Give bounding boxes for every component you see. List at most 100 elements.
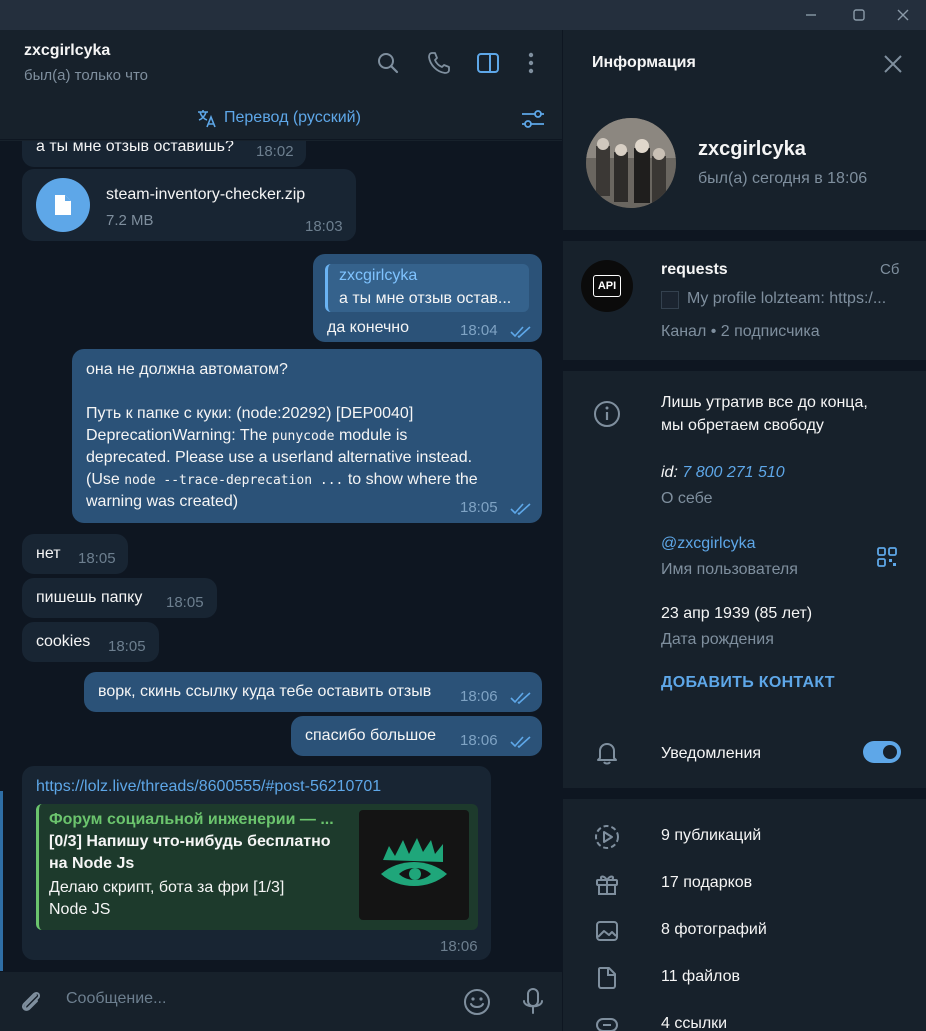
more-vertical-icon[interactable] [518, 50, 544, 76]
username-value[interactable]: @zxcgirlcyka [661, 535, 755, 553]
bio-line: мы обретаем свободу [661, 417, 824, 434]
message-incoming[interactable]: пишешь папку 18:05 [22, 578, 217, 618]
channel-thumbnail-icon [661, 291, 679, 309]
message-time: 18:06 [440, 938, 478, 955]
photo-icon [596, 921, 618, 941]
message-outgoing[interactable]: она не должна автоматом? Путь к папке с … [72, 349, 542, 523]
channel-avatar: API [581, 260, 633, 312]
user-id[interactable]: id: 7 800 271 510 [661, 464, 785, 482]
microphone-icon[interactable] [518, 986, 548, 1016]
chat-header[interactable]: zxcgirlcyka был(а) только что [0, 30, 562, 98]
message-line: (Use node --trace-deprecation ... to sho… [86, 471, 478, 488]
message-text: пишешь папку [36, 589, 143, 606]
section-separator [563, 788, 926, 799]
message-line: она не должна автоматом? [86, 361, 288, 378]
info-icon [594, 401, 620, 427]
stories-icon [595, 825, 619, 849]
message-outgoing[interactable]: zxcgirlcyka а ты мне отзыв остав... да к… [313, 254, 542, 342]
about-label: О себе [661, 490, 713, 507]
file-name: steam-inventory-checker.zip [106, 186, 306, 203]
message-line: warning was created) [86, 493, 239, 510]
preview-image[interactable] [359, 810, 469, 920]
message-list[interactable]: а ты мне отзыв оставишь? 18:02 steam-inv… [0, 141, 562, 971]
peer-status: был(а) только что [24, 67, 149, 84]
eye-logo-icon [381, 838, 447, 886]
close-icon[interactable] [881, 52, 905, 76]
user-id-value[interactable]: 7 800 271 510 [682, 464, 784, 481]
message-line: DeprecationWarning: The punycode module … [86, 427, 408, 444]
add-contact-button[interactable]: ДОБАВИТЬ КОНТАКТ [661, 674, 835, 692]
preview-description: Node JS [49, 901, 111, 918]
file-size: 7.2 MB [106, 212, 154, 229]
message-time: 18:05 [460, 499, 498, 516]
message-text: спасибо большое [305, 727, 437, 744]
notifications-toggle[interactable] [863, 741, 901, 763]
message-incoming[interactable]: https://lolz.live/threads/8600555/#post-… [22, 766, 491, 960]
search-icon[interactable] [375, 50, 401, 76]
preview-description: Делаю скрипт, бота за фри [1/3] [49, 879, 285, 896]
message-file[interactable]: steam-inventory-checker.zip 7.2 MB 18:03 [22, 169, 356, 241]
qr-code-icon[interactable] [876, 546, 898, 568]
message-line: Путь к папке с куки: (node:20292) [DEP00… [86, 405, 414, 422]
message-incoming[interactable]: нет 18:05 [22, 534, 128, 574]
profile-status: был(а) сегодня в 18:06 [698, 170, 868, 187]
message-text: ворк, скинь ссылку куда тебе оставить от… [98, 683, 432, 700]
translate-settings-icon[interactable] [520, 107, 546, 131]
message-text: да конечно [327, 319, 410, 336]
message-input[interactable]: Сообщение... [66, 990, 166, 1008]
gift-icon [596, 875, 618, 895]
message-time: 18:02 [256, 143, 294, 160]
message-incoming[interactable]: а ты мне отзыв оставишь? 18:02 [22, 141, 306, 167]
peer-name[interactable]: zxcgirlcyka [24, 42, 110, 60]
notifications-label: Уведомления [661, 745, 762, 762]
channel-date: Сб [880, 261, 900, 278]
file-icon [55, 195, 71, 215]
message-time: 18:06 [460, 732, 498, 749]
inline-code[interactable]: node --trace-deprecation ... [124, 473, 343, 488]
link-preview[interactable]: Форум социальной инженерии — ... [0/3] Н… [36, 804, 478, 930]
message-time: 18:05 [108, 638, 146, 655]
message-text: нет [36, 545, 61, 562]
channel-last-message: My profile lolzteam: https:/... [687, 290, 887, 307]
info-panel: Информация zxcgirlcyka был(а) сегодня в … [563, 30, 926, 1031]
message-link[interactable]: https://lolz.live/threads/8600555/#post-… [36, 776, 381, 798]
birthday-label: Дата рождения [661, 631, 774, 648]
message-time: 18:05 [78, 550, 116, 567]
message-time: 18:03 [305, 218, 343, 235]
message-time: 18:06 [460, 688, 498, 705]
scroll-indicator [0, 791, 3, 971]
media-label: 8 фотографий [661, 921, 767, 938]
maximize-icon[interactable] [836, 0, 882, 30]
file-download-button[interactable] [36, 178, 90, 232]
message-outgoing[interactable]: ворк, скинь ссылку куда тебе оставить от… [84, 672, 542, 712]
reply-text: а ты мне отзыв остав... [339, 290, 512, 307]
emoji-icon[interactable] [462, 987, 492, 1017]
preview-title: на Node Js [49, 855, 135, 872]
username-label: Имя пользователя [661, 561, 798, 578]
minimize-icon[interactable] [788, 0, 834, 30]
read-checks-icon [510, 503, 531, 516]
message-outgoing[interactable]: спасибо большое 18:06 [291, 716, 542, 756]
phone-icon[interactable] [426, 50, 452, 76]
avatar[interactable] [586, 118, 676, 208]
reply-author: zxcgirlcyka [339, 267, 418, 284]
section-separator [563, 360, 926, 371]
inline-code[interactable]: punycode [272, 429, 335, 444]
media-label: 11 файлов [661, 968, 740, 985]
channel-name: requests [661, 261, 728, 278]
translate-bar: Перевод (русский) [0, 98, 562, 140]
read-checks-icon [510, 736, 531, 749]
sidebar-toggle-icon[interactable] [475, 50, 501, 76]
window-close-icon[interactable] [880, 0, 926, 30]
message-incoming[interactable]: cookies 18:05 [22, 622, 159, 662]
translate-button[interactable]: Перевод (русский) [196, 107, 361, 129]
message-text: а ты мне отзыв оставишь? [36, 141, 234, 155]
link-icon [596, 1018, 618, 1031]
info-title: Информация [592, 54, 696, 71]
bell-icon [597, 743, 617, 765]
bio-line: Лишь утратив все до конца, [661, 394, 868, 411]
reply-quote[interactable]: zxcgirlcyka а ты мне отзыв остав... [325, 264, 529, 312]
attach-icon[interactable] [16, 987, 46, 1017]
toggle-knob [881, 743, 899, 761]
message-line: deprecated. Please use a userland altern… [86, 449, 473, 466]
